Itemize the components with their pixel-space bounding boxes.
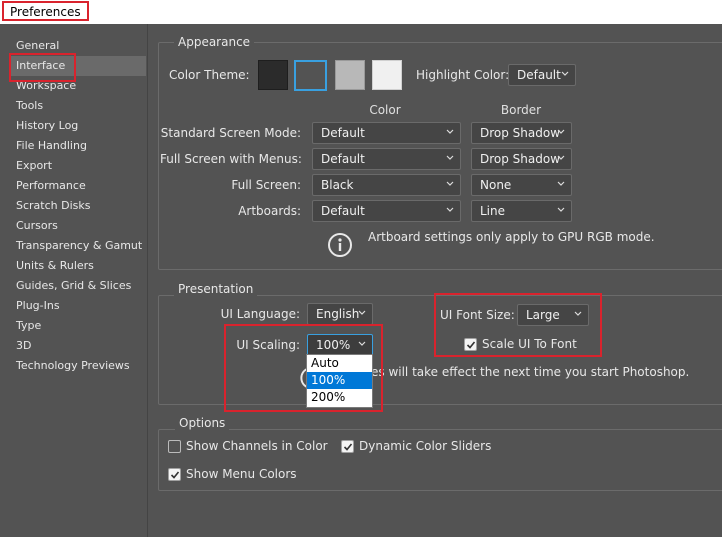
full-screen-with-menus-color-value: Default — [321, 152, 365, 166]
highlight-color-value: Default — [517, 68, 561, 82]
sidebar-item-guides-grid-slices[interactable]: Guides, Grid & Slices — [10, 276, 146, 296]
sidebar-item-workspace[interactable]: Workspace — [10, 76, 146, 96]
chevron-down-icon — [561, 71, 569, 76]
sidebar-item-interface[interactable]: Interface — [10, 56, 146, 76]
restart-note: es will take effect the next time you st… — [371, 365, 690, 379]
sidebar-item-export[interactable]: Export — [10, 156, 146, 176]
chevron-down-icon — [358, 310, 366, 315]
ui-language-label: UI Language: — [220, 307, 300, 321]
theme-swatch-darkest[interactable] — [258, 60, 288, 90]
artboards-color-select[interactable]: Default — [312, 200, 461, 222]
dynamic-sliders-label: Dynamic Color Sliders — [359, 439, 492, 453]
show-menu-colors-label: Show Menu Colors — [186, 467, 297, 481]
sidebar-item-cursors[interactable]: Cursors — [10, 216, 146, 236]
full-screen-with-menus-color-select[interactable]: Default — [312, 148, 461, 170]
sidebar-item-units-rulers[interactable]: Units & Rulers — [10, 256, 146, 276]
sidebar-item-type[interactable]: Type — [10, 316, 146, 336]
sidebar-item-file-handling[interactable]: File Handling — [10, 136, 146, 156]
standard-screen-mode-border-select[interactable]: Drop Shadow — [471, 122, 572, 144]
chevron-down-icon — [557, 129, 565, 134]
dynamic-sliders-checkbox[interactable] — [341, 440, 354, 453]
full-screen-label: Full Screen: — [231, 178, 301, 192]
sidebar-item-performance[interactable]: Performance — [10, 176, 146, 196]
ui-font-size-label: UI Font Size: — [440, 308, 515, 322]
scaling-option-auto[interactable]: Auto — [307, 355, 372, 372]
column-header-border: Border — [500, 103, 542, 117]
ui-font-size-value: Large — [526, 308, 560, 322]
color-theme-label: Color Theme: — [169, 68, 250, 82]
appearance-title: Appearance — [174, 35, 255, 49]
chevron-down-icon — [557, 181, 565, 186]
presentation-title: Presentation — [174, 282, 258, 296]
full-screen-color-select[interactable]: Black — [312, 174, 461, 196]
ui-font-size-select[interactable]: Large — [517, 304, 589, 326]
ui-scaling-value: 100% — [316, 338, 351, 352]
standard-screen-mode-color-value: Default — [321, 126, 365, 140]
theme-swatch-dark[interactable] — [294, 60, 327, 91]
full-screen-border-value: None — [480, 178, 512, 192]
theme-swatch-medium[interactable] — [335, 60, 365, 90]
show-channels-label: Show Channels in Color — [186, 439, 328, 453]
artboards-color-value: Default — [321, 204, 365, 218]
ui-scaling-label: UI Scaling: — [236, 338, 300, 352]
scaling-option-100[interactable]: 100% — [307, 372, 372, 389]
sidebar-item-scratch-disks[interactable]: Scratch Disks — [10, 196, 146, 216]
full-screen-with-menus-label: Full Screen with Menus: — [160, 152, 302, 166]
artboard-info-text: Artboard settings only apply to GPU RGB … — [368, 230, 655, 244]
sidebar-item-history-log[interactable]: History Log — [10, 116, 146, 136]
chevron-down-icon — [446, 181, 454, 186]
full-screen-with-menus-border-value: Drop Shadow — [480, 152, 561, 166]
ui-scaling-dropdown-list: Auto 100% 200% — [306, 354, 373, 408]
show-menu-colors-checkbox[interactable] — [168, 468, 181, 481]
theme-swatch-light[interactable] — [372, 60, 402, 90]
ui-language-value: English — [316, 307, 360, 321]
sidebar-item-transparency-gamut[interactable]: Transparency & Gamut — [10, 236, 146, 256]
sidebar-item-general[interactable]: General — [10, 36, 146, 56]
sidebar-item-3d[interactable]: 3D — [10, 336, 146, 356]
standard-screen-mode-border-value: Drop Shadow — [480, 126, 561, 140]
title-bar: Preferences — [0, 0, 722, 24]
artboards-border-select[interactable]: Line — [471, 200, 572, 222]
sidebar-item-technology-previews[interactable]: Technology Previews — [10, 356, 146, 376]
ui-scaling-select[interactable]: 100% — [307, 334, 373, 356]
chevron-down-icon — [557, 155, 565, 160]
chevron-down-icon — [557, 207, 565, 212]
sidebar-item-plug-ins[interactable]: Plug-Ins — [10, 296, 146, 316]
full-screen-color-value: Black — [321, 178, 354, 192]
highlight-color-select[interactable]: Default — [508, 64, 576, 86]
standard-screen-mode-color-select[interactable]: Default — [312, 122, 461, 144]
chevron-down-icon — [574, 311, 582, 316]
standard-screen-mode-label: Standard Screen Mode: — [160, 126, 301, 140]
show-channels-checkbox[interactable] — [168, 440, 181, 453]
info-icon — [328, 233, 352, 257]
artboards-label: Artboards: — [238, 204, 301, 218]
sidebar-item-tools[interactable]: Tools — [10, 96, 146, 116]
chevron-down-icon — [358, 341, 366, 346]
ui-language-select[interactable]: English — [307, 303, 373, 325]
chevron-down-icon — [446, 129, 454, 134]
full-screen-border-select[interactable]: None — [471, 174, 572, 196]
window-title: Preferences — [2, 1, 89, 21]
options-title: Options — [175, 416, 230, 430]
highlight-color-label: Highlight Color: — [416, 68, 510, 82]
artboards-border-value: Line — [480, 204, 506, 218]
chevron-down-icon — [446, 155, 454, 160]
chevron-down-icon — [446, 207, 454, 212]
scale-ui-checkbox[interactable] — [464, 338, 477, 351]
scale-ui-label: Scale UI To Font — [482, 337, 577, 351]
scaling-option-200[interactable]: 200% — [307, 389, 372, 406]
full-screen-with-menus-border-select[interactable]: Drop Shadow — [471, 148, 572, 170]
column-header-color: Color — [369, 103, 401, 117]
